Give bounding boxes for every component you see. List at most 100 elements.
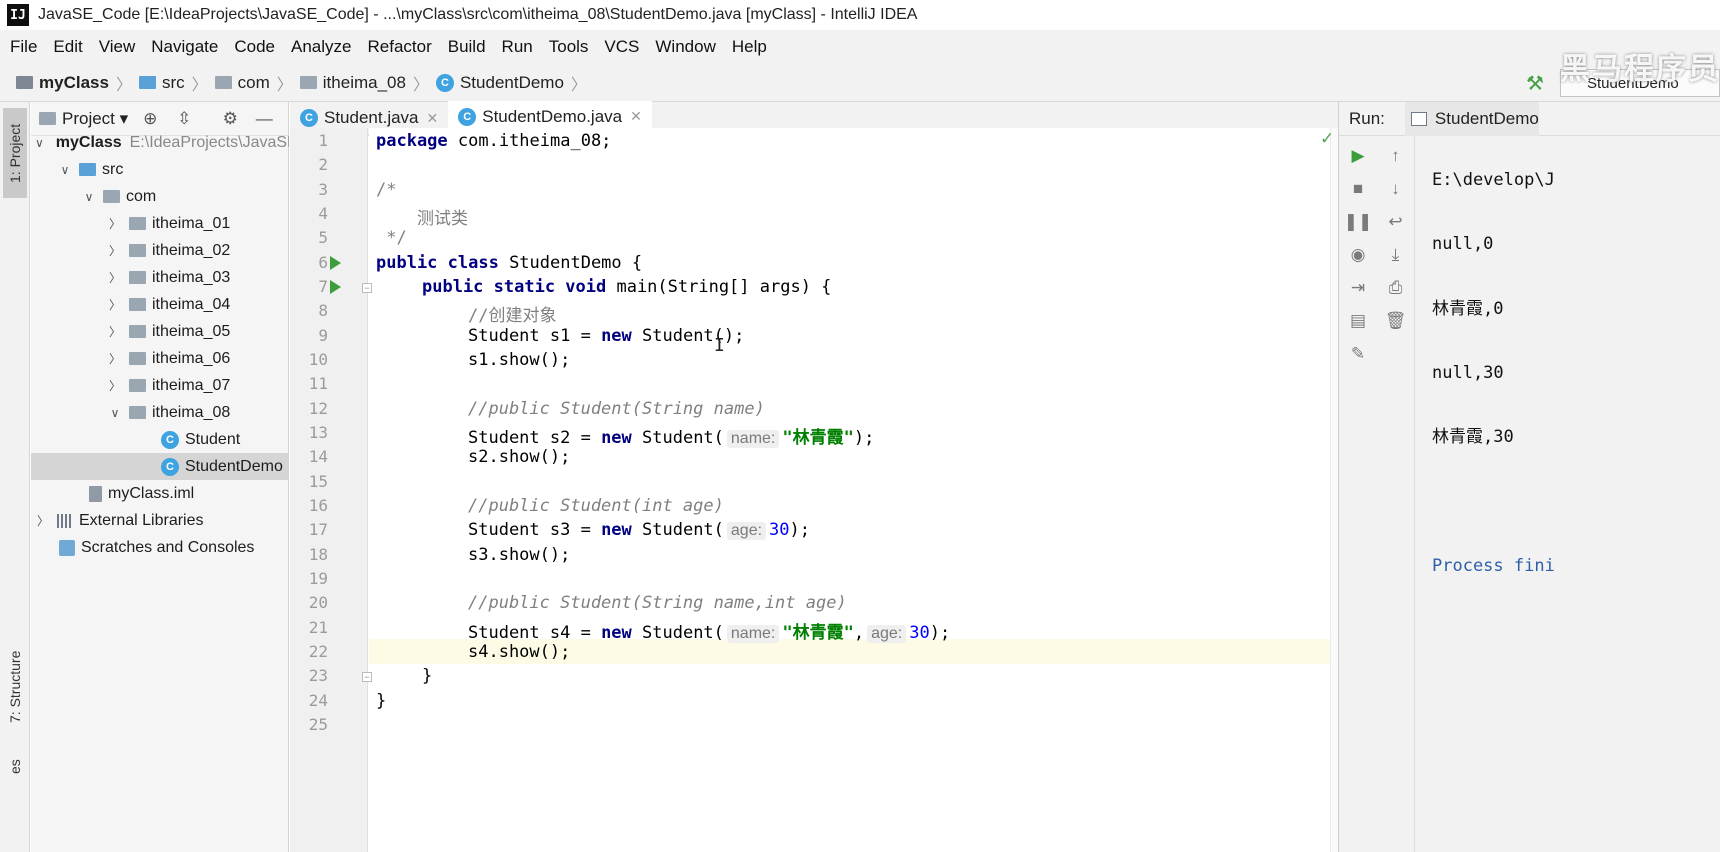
tool-tab-project[interactable]: 1: Project [3, 108, 27, 198]
collapsed-arrow-icon[interactable]: 〉 [107, 377, 123, 394]
project-view-selector[interactable]: Project ▾ [62, 109, 128, 129]
menu-edit[interactable]: Edit [45, 37, 90, 57]
runnable-class-icon: C [458, 107, 477, 126]
collapsed-arrow-icon[interactable]: 〉 [107, 296, 123, 313]
collapsed-arrow-icon[interactable]: 〉 [107, 242, 123, 259]
down-arrow-icon[interactable]: ↓ [1383, 176, 1409, 202]
collapsed-arrow-icon[interactable]: 〉 [35, 512, 51, 529]
tree-item-itheima-03[interactable]: 〉 itheima_03 [31, 264, 289, 291]
tree-item-myclass[interactable]: ∨ myClass E:\IdeaProjects\JavaSE_Code\my… [31, 129, 289, 156]
breadcrumb-myclass[interactable]: myClass [16, 73, 109, 93]
code-line-14: s2.show(); [468, 447, 571, 467]
stop-icon[interactable]: ■ [1345, 176, 1371, 202]
menu-refactor[interactable]: Refactor [359, 37, 439, 57]
run-class-gutter-icon[interactable] [330, 256, 341, 270]
menu-window[interactable]: Window [647, 37, 723, 57]
rerun-icon[interactable]: ▶ [1345, 143, 1371, 169]
tree-item-myclass-iml[interactable]: myClass.iml [31, 480, 289, 507]
package-icon [129, 352, 146, 365]
camera-icon[interactable]: ◉ [1345, 242, 1371, 268]
collapse-all-icon[interactable]: ⇳ [172, 107, 196, 131]
tree-item-itheima-01[interactable]: 〉 itheima_01 [31, 210, 289, 237]
code-line-9: Student s1 = new Student(); [468, 326, 745, 346]
run-main-gutter-icon[interactable] [330, 280, 341, 294]
expanded-arrow-icon[interactable]: ∨ [57, 163, 73, 177]
collapsed-arrow-icon[interactable]: 〉 [107, 350, 123, 367]
tree-item-itheima-04[interactable]: 〉 itheima_04 [31, 291, 289, 318]
tree-item-scratches[interactable]: Scratches and Consoles [31, 534, 289, 561]
package-icon [129, 271, 146, 284]
menu-run[interactable]: Run [494, 37, 541, 57]
build-hammer-icon[interactable]: ⚒ [1524, 72, 1546, 95]
editor-error-stripe[interactable] [1330, 128, 1338, 852]
tree-item-itheima-07[interactable]: 〉 itheima_07 [31, 372, 289, 399]
fold-marker-icon[interactable]: − [362, 672, 372, 682]
breadcrumb-com[interactable]: com [214, 73, 270, 93]
code-line-16: //public Student(int age) [468, 496, 724, 516]
tree-item-itheima-06[interactable]: 〉 itheima_06 [31, 345, 289, 372]
fold-marker-icon[interactable]: − [362, 283, 372, 293]
close-icon[interactable]: ✕ [427, 110, 439, 127]
menu-tools[interactable]: Tools [541, 37, 597, 57]
code-line-6: public class StudentDemo { [376, 253, 643, 273]
expanded-arrow-icon[interactable]: ∨ [107, 406, 123, 420]
package-icon [129, 244, 146, 257]
tool-tab-favorites[interactable]: es [3, 752, 27, 782]
expanded-arrow-icon[interactable]: ∨ [35, 136, 44, 150]
scroll-to-end-icon[interactable]: ⤓ [1383, 242, 1409, 268]
menu-navigate[interactable]: Navigate [143, 37, 226, 57]
console-output[interactable]: E:\develop\J null,0 林青霞,0 null,30 林青霞,30… [1432, 128, 1720, 598]
breadcrumb-studentdemo[interactable]: C StudentDemo [435, 73, 564, 93]
parameter-hint: age: [867, 625, 907, 643]
code-line-8: //创建对象 [468, 306, 557, 326]
collapsed-arrow-icon[interactable]: 〉 [107, 215, 123, 232]
iml-file-icon [89, 485, 102, 502]
code-line-5: */ [376, 228, 407, 248]
breadcrumb-separator-icon: 〉 [115, 76, 132, 94]
pause-icon[interactable]: ❚❚ [1344, 209, 1373, 235]
menu-build[interactable]: Build [440, 37, 494, 57]
tree-item-com[interactable]: ∨ com [31, 183, 289, 210]
tool-tab-structure[interactable]: 7: Structure [3, 632, 27, 742]
watermark-logo: 黑马程序员 [1560, 53, 1720, 86]
window-title: JavaSE_Code [E:\IdeaProjects\JavaSE_Code… [38, 6, 918, 23]
tree-item-itheima-02[interactable]: 〉 itheima_02 [31, 237, 289, 264]
code-line-20: //public Student(String name,int age) [468, 593, 847, 613]
tree-item-itheima-05[interactable]: 〉 itheima_05 [31, 318, 289, 345]
pin-icon[interactable]: ✎ [1345, 341, 1371, 367]
breadcrumb-src[interactable]: src [138, 73, 185, 93]
collapsed-arrow-icon[interactable]: 〉 [107, 323, 123, 340]
intellij-logo-icon: IJ [7, 4, 29, 26]
code-line-13: Student s2 = new Student(name: "林青霞"); [468, 428, 875, 448]
soft-wrap-icon[interactable]: ↩ [1383, 209, 1409, 235]
source-folder-icon [138, 76, 156, 89]
close-icon[interactable]: ✕ [630, 108, 642, 125]
parameter-hint: age: [726, 522, 767, 540]
menu-help[interactable]: Help [724, 37, 775, 57]
print-icon[interactable]: ⎙ [1383, 275, 1409, 301]
package-icon [129, 379, 146, 392]
menu-vcs[interactable]: VCS [596, 37, 647, 57]
tree-item-studentdemo[interactable]: C StudentDemo [31, 453, 289, 480]
code-editor[interactable] [369, 128, 1330, 852]
menu-view[interactable]: View [91, 37, 144, 57]
code-line-17: Student s3 = new Student(age: 30); [468, 520, 811, 540]
trash-icon[interactable]: 🗑 [1383, 308, 1409, 334]
menu-code[interactable]: Code [226, 37, 283, 57]
breadcrumb-itheima-08[interactable]: itheima_08 [299, 73, 406, 93]
tree-item-external-libraries[interactable]: 〉 External Libraries [31, 507, 289, 534]
expanded-arrow-icon[interactable]: ∨ [81, 190, 97, 204]
code-line-3: /* [376, 180, 397, 200]
tree-item-itheima-08[interactable]: ∨ itheima_08 [31, 399, 289, 426]
up-arrow-icon[interactable]: ↑ [1383, 143, 1409, 169]
gear-icon[interactable]: ⚙ [218, 107, 242, 131]
locate-icon[interactable]: ⊕ [138, 107, 162, 131]
menu-analyze[interactable]: Analyze [283, 37, 359, 57]
tree-item-student[interactable]: C Student [31, 426, 289, 453]
menu-file[interactable]: File [2, 37, 45, 57]
hide-panel-icon[interactable]: — [252, 107, 276, 131]
layout-icon[interactable]: ▤ [1345, 308, 1371, 334]
exit-icon[interactable]: ⇥ [1345, 275, 1371, 301]
collapsed-arrow-icon[interactable]: 〉 [107, 269, 123, 286]
tree-item-src[interactable]: ∨ src [31, 156, 289, 183]
